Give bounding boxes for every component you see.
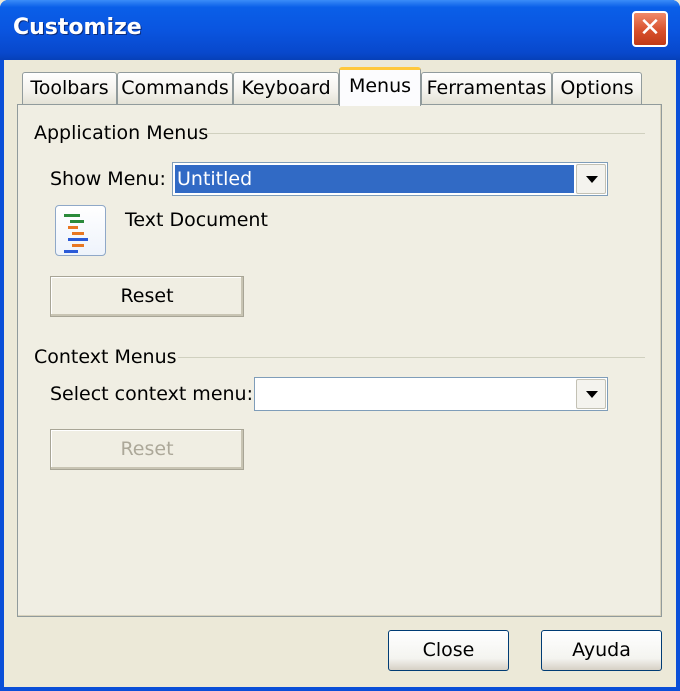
button-label: Reset: [120, 438, 174, 460]
title-bar[interactable]: Customize ✕: [0, 0, 680, 60]
tab-label: Keyboard: [241, 77, 331, 99]
application-menus-heading: Application Menus: [34, 122, 209, 144]
tab-keyboard[interactable]: Keyboard: [233, 72, 339, 104]
button-label: Close: [422, 639, 475, 661]
tab-label: Options: [560, 77, 634, 99]
button-label: Ayuda: [572, 639, 631, 661]
show-menu-selected-value: Untitled: [175, 165, 574, 193]
tab-label: Ferramentas: [426, 77, 547, 99]
group-divider: [204, 133, 645, 134]
reset-application-menu-button[interactable]: Reset: [50, 276, 244, 317]
show-menu-dropdown[interactable]: Untitled: [172, 162, 608, 196]
tab-label: Commands: [121, 77, 229, 99]
tab-ferramentas[interactable]: Ferramentas: [421, 72, 552, 104]
window-title: Customize: [13, 15, 142, 40]
chevron-down-icon[interactable]: [576, 164, 606, 194]
context-menu-dropdown[interactable]: [254, 377, 608, 411]
tab-commands[interactable]: Commands: [117, 72, 233, 104]
tab-toolbars[interactable]: Toolbars: [22, 72, 117, 104]
tab-options[interactable]: Options: [552, 72, 642, 104]
select-context-menu-label: Select context menu:: [50, 383, 253, 405]
show-menu-label: Show Menu:: [50, 168, 166, 190]
group-divider: [178, 357, 645, 358]
close-window-button[interactable]: ✕: [632, 11, 668, 47]
document-type-label: Text Document: [125, 209, 268, 231]
context-menus-heading: Context Menus: [34, 346, 177, 368]
tab-label: Toolbars: [30, 77, 109, 99]
tab-label: Menus: [348, 75, 412, 97]
tab-menus[interactable]: Menus: [339, 67, 421, 106]
button-label: Reset: [120, 285, 174, 307]
close-icon: ✕: [639, 13, 661, 43]
chevron-down-icon[interactable]: [576, 379, 606, 409]
reset-context-menu-button: Reset: [50, 429, 244, 470]
close-button[interactable]: Close: [388, 630, 509, 671]
text-document-icon: [55, 205, 106, 256]
help-button[interactable]: Ayuda: [541, 630, 662, 671]
